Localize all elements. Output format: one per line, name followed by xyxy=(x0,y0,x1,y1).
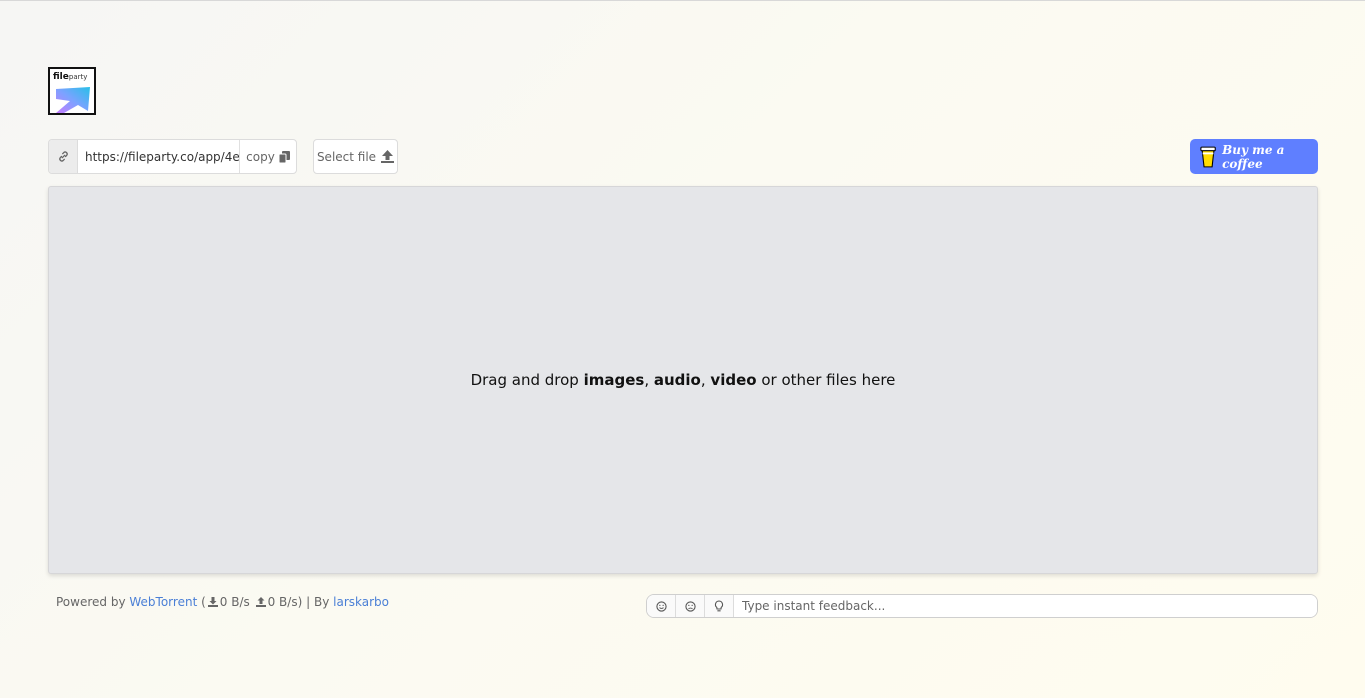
logo-arrow-icon xyxy=(56,87,90,113)
dropzone-text: Drag and drop images, audio, video or ot… xyxy=(470,371,896,389)
buy-me-a-coffee-button[interactable]: Buy me a coffee xyxy=(1190,139,1318,174)
fileparty-logo[interactable]: fileparty xyxy=(48,67,96,115)
footer-credits: Powered by WebTorrent (0 B/s 0 B/s) | By… xyxy=(56,595,389,609)
download-icon xyxy=(207,597,218,607)
idea-feedback-button[interactable] xyxy=(705,595,734,617)
powered-by-text: Powered by xyxy=(56,595,126,609)
download-rate: 0 B/s xyxy=(219,595,250,609)
copy-label: copy xyxy=(246,149,275,164)
smile-feedback-button[interactable] xyxy=(647,595,676,617)
smile-icon xyxy=(655,600,667,612)
select-file-label: Select file xyxy=(316,149,377,164)
select-file-button[interactable]: Select file xyxy=(313,139,398,174)
by-text: | By xyxy=(306,595,330,609)
author-link[interactable]: larskarbo xyxy=(333,595,389,609)
lightbulb-icon xyxy=(714,600,724,612)
upload-icon xyxy=(381,150,395,163)
link-icon xyxy=(49,140,78,173)
upload-rate-icon xyxy=(255,597,266,607)
frown-feedback-button[interactable] xyxy=(676,595,705,617)
file-dropzone[interactable]: Drag and drop images, audio, video or ot… xyxy=(48,186,1318,574)
upload-rate: 0 B/s xyxy=(267,595,298,609)
frown-icon xyxy=(684,600,696,612)
coffee-label: Buy me a coffee xyxy=(1222,142,1285,171)
feedback-input[interactable] xyxy=(734,595,1317,617)
coffee-cup-icon xyxy=(1200,146,1216,167)
share-url-group: copy xyxy=(48,139,297,174)
copy-icon xyxy=(278,150,290,163)
copy-button[interactable]: copy xyxy=(239,140,296,173)
share-url-input[interactable] xyxy=(78,140,239,173)
feedback-bar xyxy=(646,594,1318,618)
webtorrent-link[interactable]: WebTorrent xyxy=(129,595,197,609)
logo-text: fileparty xyxy=(53,72,88,82)
